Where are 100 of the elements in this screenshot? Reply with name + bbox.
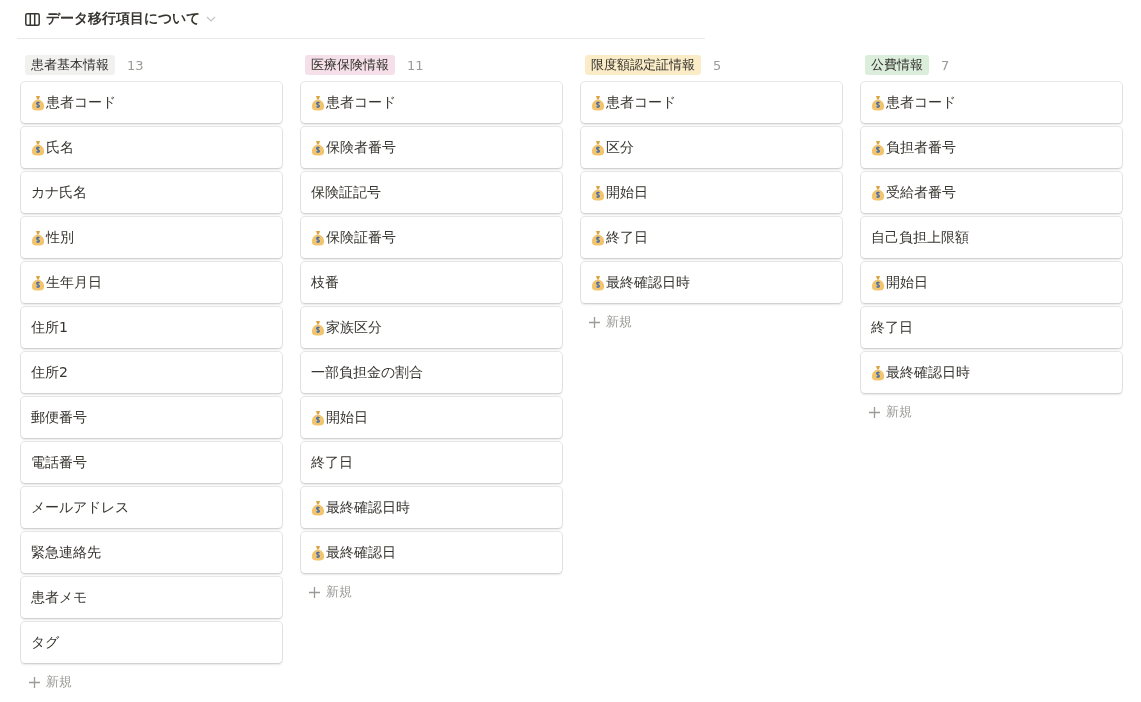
card-title: 最終確認日時 [606, 273, 690, 292]
plus-icon [309, 586, 320, 598]
board-card[interactable]: 終了日 [301, 442, 562, 483]
board-card[interactable]: 郵便番号 [21, 397, 282, 438]
card-title: 終了日 [606, 228, 648, 247]
money-bag-icon [31, 274, 45, 291]
card-title: カナ氏名 [31, 183, 87, 202]
money-bag-icon [311, 544, 325, 561]
board-card[interactable]: 住所2 [21, 352, 282, 393]
money-bag-icon [311, 94, 325, 111]
board-card[interactable]: 枝番 [301, 262, 562, 303]
board-card[interactable]: 生年月日 [21, 262, 282, 303]
board-card[interactable]: 保険者番号 [301, 127, 562, 168]
card-title: 受給者番号 [886, 183, 956, 202]
board-card[interactable]: 氏名 [21, 127, 282, 168]
card-title: 一部負担金の割合 [311, 363, 423, 382]
group-tag: 公費情報 [865, 55, 929, 75]
money-bag-icon [311, 229, 325, 246]
card-title: タグ [31, 633, 59, 652]
board-card[interactable]: 負担者番号 [861, 127, 1122, 168]
card-title: 終了日 [311, 453, 353, 472]
group-count: 5 [713, 57, 722, 73]
group-tag: 医療保険情報 [305, 55, 395, 75]
money-bag-icon [311, 319, 325, 336]
board-card[interactable]: 患者メモ [21, 577, 282, 618]
board-card[interactable]: カナ氏名 [21, 172, 282, 213]
card-title: 枝番 [311, 273, 339, 292]
view-title[interactable]: データ移行項目について [46, 10, 200, 28]
card-title: 住所2 [31, 363, 68, 382]
board-card[interactable]: 開始日 [581, 172, 842, 213]
card-title: 性別 [46, 228, 74, 247]
board-card[interactable]: 患者コード [21, 82, 282, 123]
board-card[interactable]: 終了日 [861, 307, 1122, 348]
board-card[interactable]: 電話番号 [21, 442, 282, 483]
board-card[interactable]: 最終確認日 [301, 532, 562, 573]
board-card[interactable]: 性別 [21, 217, 282, 258]
board-card[interactable]: 最終確認日時 [301, 487, 562, 528]
group-count: 13 [127, 57, 144, 73]
board-card[interactable]: タグ [21, 622, 282, 663]
money-bag-icon [311, 139, 325, 156]
board-card[interactable]: 保険証記号 [301, 172, 562, 213]
card-title: 郵便番号 [31, 408, 87, 427]
card-title: 住所1 [31, 318, 68, 337]
card-title: メールアドレス [31, 498, 129, 517]
card-title: 患者コード [606, 93, 676, 112]
chevron-down-icon[interactable] [206, 16, 216, 22]
card-title: 区分 [606, 138, 634, 157]
board-card[interactable]: 患者コード [861, 82, 1122, 123]
card-title: 自己負担上限額 [871, 228, 969, 247]
money-bag-icon [31, 139, 45, 156]
board-card[interactable]: 住所1 [21, 307, 282, 348]
board-card[interactable]: メールアドレス [21, 487, 282, 528]
card-title: 氏名 [46, 138, 74, 157]
card-title: 最終確認日時 [326, 498, 410, 517]
board-card[interactable]: 終了日 [581, 217, 842, 258]
money-bag-icon [591, 274, 605, 291]
money-bag-icon [591, 229, 605, 246]
money-bag-icon [871, 364, 885, 381]
board-card[interactable]: 患者コード [301, 82, 562, 123]
board-card[interactable]: 最終確認日時 [581, 262, 842, 303]
board-card[interactable]: 患者コード [581, 82, 842, 123]
card-title: 患者メモ [31, 588, 87, 607]
plus-icon [29, 676, 40, 688]
card-title: 開始日 [606, 183, 648, 202]
board-card[interactable]: 一部負担金の割合 [301, 352, 562, 393]
card-title: 開始日 [886, 273, 928, 292]
board-card[interactable]: 開始日 [861, 262, 1122, 303]
card-title: 保険者番号 [326, 138, 396, 157]
board-card[interactable]: 最終確認日時 [861, 352, 1122, 393]
card-title: 最終確認日 [326, 543, 396, 562]
plus-icon [589, 316, 600, 328]
plus-icon [869, 406, 880, 418]
card-title: 家族区分 [326, 318, 382, 337]
money-bag-icon [591, 184, 605, 201]
board-card[interactable]: 保険証番号 [301, 217, 562, 258]
card-title: 開始日 [326, 408, 368, 427]
board-card[interactable]: 緊急連絡先 [21, 532, 282, 573]
group-count: 7 [941, 57, 950, 73]
board-card[interactable]: 受給者番号 [861, 172, 1122, 213]
money-bag-icon [311, 499, 325, 516]
card-title: 緊急連絡先 [31, 543, 101, 562]
card-title: 患者コード [886, 93, 956, 112]
board-card[interactable]: 区分 [581, 127, 842, 168]
card-title: 患者コード [326, 93, 396, 112]
money-bag-icon [31, 94, 45, 111]
card-title: 負担者番号 [886, 138, 956, 157]
money-bag-icon [591, 94, 605, 111]
board-card[interactable]: 自己負担上限額 [861, 217, 1122, 258]
card-title: 終了日 [871, 318, 913, 337]
money-bag-icon [871, 184, 885, 201]
group-count: 11 [407, 57, 424, 73]
board-card[interactable]: 家族区分 [301, 307, 562, 348]
money-bag-icon [591, 139, 605, 156]
group-tag: 限度額認定証情報 [585, 55, 701, 75]
money-bag-icon [871, 274, 885, 291]
card-title: 保険証記号 [311, 183, 381, 202]
money-bag-icon [31, 229, 45, 246]
board-card[interactable]: 開始日 [301, 397, 562, 438]
money-bag-icon [871, 94, 885, 111]
money-bag-icon [871, 139, 885, 156]
